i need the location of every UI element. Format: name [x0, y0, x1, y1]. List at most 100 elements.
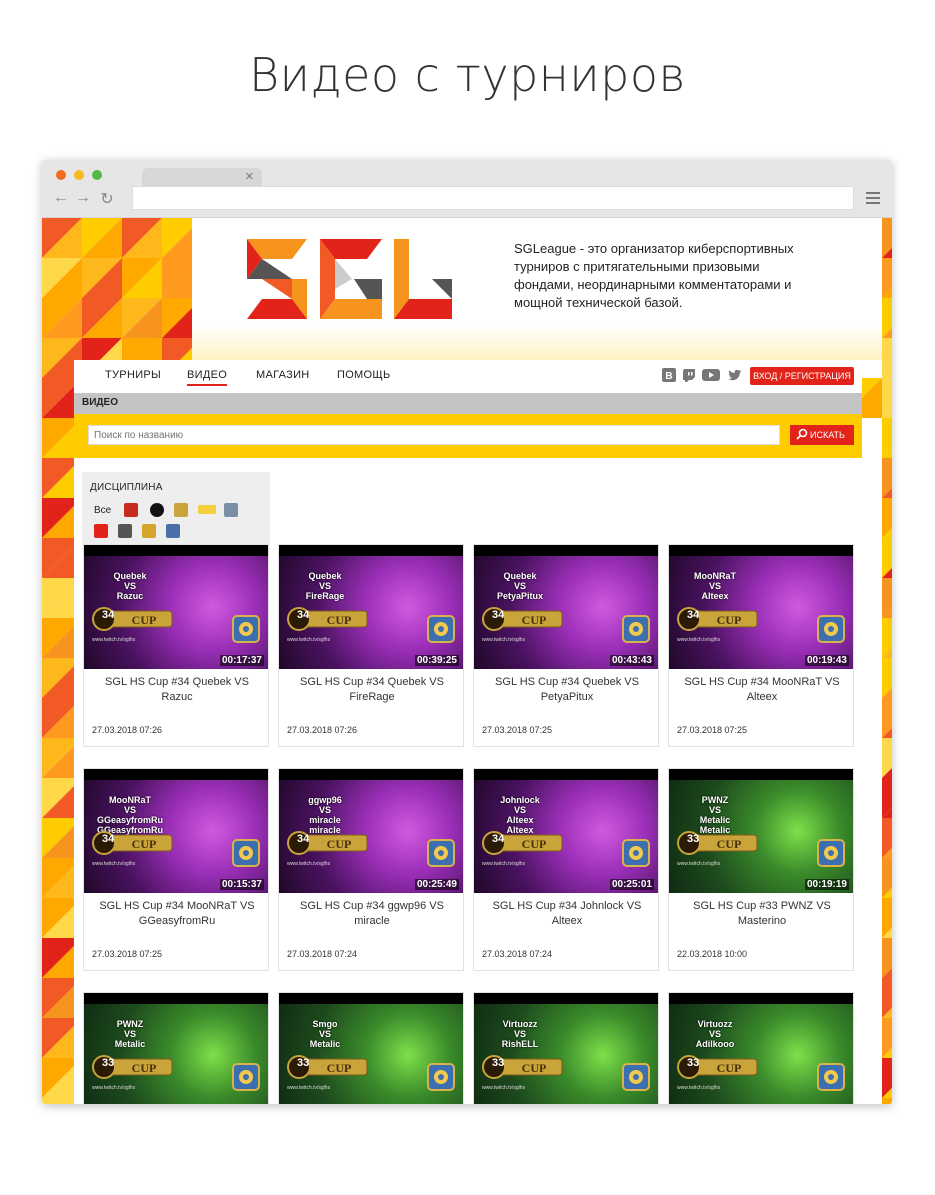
thumbnail-players: Virtuozz VS RishELL [474, 1019, 566, 1049]
menu-icon[interactable] [866, 192, 880, 207]
video-title[interactable]: SGL HS Cup #34 MooNRaT VS GGeasyfromRu [92, 899, 262, 929]
player-vs: VS [708, 1029, 721, 1039]
tab-close-icon[interactable]: ✕ [245, 170, 254, 183]
video-card[interactable]: MooNRaT VS Alteex CUP 34 www.twitch.tv/s… [668, 544, 854, 747]
browser-chrome: ✕ ← → ↻ [42, 160, 892, 218]
thumbnail-url: www.twitch.tv/sglhs [287, 1085, 331, 1091]
player-two: GGeasyfromRu [96, 815, 164, 825]
video-thumbnail[interactable]: MooNRaT VS Alteex CUP 34 www.twitch.tv/s… [669, 545, 853, 669]
wot-icon[interactable] [118, 524, 132, 538]
player-one: MooNRaT [109, 795, 151, 805]
crown-icon[interactable] [142, 524, 156, 538]
video-thumbnail[interactable]: Quebek VS Razuc CUP 34 www.twitch.tv/sgl… [84, 545, 268, 669]
browser-tab[interactable]: ✕ [142, 168, 262, 188]
nav-tournaments[interactable]: ТУРНИРЫ [105, 369, 161, 381]
vk-icon[interactable]: В [662, 368, 676, 382]
video-card[interactable]: Virtuozz VS RishELL CUP 33 www.twitch.tv… [473, 992, 659, 1104]
login-register-button[interactable]: ВХОД / РЕГИСТРАЦИЯ [750, 367, 854, 385]
player-two: Metalic [114, 1039, 146, 1049]
maximize-dot-icon[interactable] [92, 170, 102, 180]
filter-all[interactable]: Все [94, 505, 111, 516]
video-thumbnail[interactable]: Quebek VS PetyaPitux CUP 34 www.twitch.t… [474, 545, 658, 669]
twitter-icon[interactable] [728, 368, 742, 382]
video-thumbnail[interactable]: Smgo VS Metalic CUP 33 www.twitch.tv/sgl… [279, 993, 463, 1104]
reload-icon[interactable]: ↻ [98, 189, 116, 209]
starcraft-icon[interactable] [224, 503, 238, 517]
close-dot-icon[interactable] [56, 170, 66, 180]
video-card[interactable]: PWNZ VS Metalic Metalic CUP 33 www.twitc… [668, 768, 854, 971]
video-title[interactable]: SGL HS Cup #34 Quebek VS FireRage [287, 675, 457, 705]
svg-text:CUP: CUP [522, 613, 547, 627]
video-duration: 00:19:19 [804, 879, 849, 890]
twitch-icon[interactable] [682, 368, 696, 382]
forward-arrow-icon[interactable]: → [74, 189, 92, 207]
video-title[interactable]: SGL HS Cup #34 Quebek VS Razuc [92, 675, 262, 705]
player-two: RishELL [501, 1039, 539, 1049]
hearthstone-logo-icon [622, 839, 650, 867]
player-vs: VS [708, 581, 721, 591]
fifa-icon[interactable] [198, 505, 216, 514]
hearthstone-logo-icon [427, 839, 455, 867]
section-bar: ВИДЕО [74, 393, 862, 414]
video-thumbnail[interactable]: Virtuozz VS Adilkooo CUP 33 www.twitch.t… [669, 993, 853, 1104]
cup-number: 33 [687, 1057, 700, 1069]
player-two: Alteex [701, 591, 729, 601]
video-thumbnail[interactable]: PWNZ VS Metalic Metalic CUP 33 www.twitc… [669, 769, 853, 893]
hearthstone-logo-icon [232, 615, 260, 643]
dota2-icon[interactable] [124, 503, 138, 517]
player-two: Alteex [506, 815, 534, 825]
search-button[interactable]: ИСКАТЬ [790, 425, 854, 445]
thumbnail-players: Smgo VS Metalic [279, 1019, 371, 1049]
video-title[interactable]: SGL HS Cup #33 PWNZ VS Masterino [677, 899, 847, 929]
player-vs: VS [318, 805, 331, 815]
video-duration: 00:25:01 [609, 879, 654, 890]
back-arrow-icon[interactable]: ← [52, 189, 70, 207]
video-card[interactable]: ggwp96 VS miracle miracle CUP 34 www.twi… [278, 768, 464, 971]
address-bar[interactable] [132, 186, 854, 210]
player-vs: VS [513, 581, 526, 591]
video-card[interactable]: Quebek VS Razuc CUP 34 www.twitch.tv/sgl… [83, 544, 269, 747]
video-card[interactable]: Virtuozz VS Adilkooo CUP 33 www.twitch.t… [668, 992, 854, 1104]
video-thumbnail[interactable]: PWNZ VS Metalic CUP 33 www.twitch.tv/sgl… [84, 993, 268, 1104]
search-input[interactable] [88, 425, 780, 445]
video-card[interactable]: MooNRaT VS GGeasyfromRu GGeasyfromRu CUP… [83, 768, 269, 971]
hearthstone-logo-icon [232, 1063, 260, 1091]
nav-help[interactable]: ПОМОЩЬ [337, 369, 391, 381]
video-thumbnail[interactable]: Quebek VS FireRage CUP 34 www.twitch.tv/… [279, 545, 463, 669]
video-thumbnail[interactable]: Johnlock VS Alteex Alteex CUP 34 www.twi… [474, 769, 658, 893]
dota-red-icon[interactable] [94, 524, 108, 538]
video-thumbnail[interactable]: MooNRaT VS GGeasyfromRu GGeasyfromRu CUP… [84, 769, 268, 893]
nav-shop[interactable]: МАГАЗИН [256, 369, 310, 381]
section-title: ВИДЕО [82, 397, 118, 408]
player-vs: VS [513, 805, 526, 815]
player-one: Johnlock [500, 795, 540, 805]
cup-number: 34 [297, 609, 310, 621]
cs-icon[interactable] [150, 503, 164, 517]
search-button-label: ИСКАТЬ [810, 430, 845, 440]
video-card[interactable]: Quebek VS PetyaPitux CUP 34 www.twitch.t… [473, 544, 659, 747]
hearthstone-logo-icon [622, 615, 650, 643]
video-thumbnail[interactable]: ggwp96 VS miracle miracle CUP 34 www.twi… [279, 769, 463, 893]
nav-video[interactable]: ВИДЕО [187, 369, 228, 386]
player-one: MooNRaT [694, 571, 736, 581]
minimize-dot-icon[interactable] [74, 170, 84, 180]
video-title[interactable]: SGL HS Cup #34 Quebek VS PetyaPitux [482, 675, 652, 705]
player-vs: VS [318, 1029, 331, 1039]
sgl-logo-icon[interactable] [242, 234, 462, 334]
video-title[interactable]: SGL HS Cup #34 ggwp96 VS miracle [287, 899, 457, 929]
svg-text:CUP: CUP [327, 1061, 352, 1075]
svg-text:В: В [665, 371, 672, 382]
video-card[interactable]: PWNZ VS Metalic CUP 33 www.twitch.tv/sgl… [83, 992, 269, 1104]
youtube-icon[interactable] [702, 368, 720, 382]
video-title[interactable]: SGL HS Cup #34 Johnlock VS Alteex [482, 899, 652, 929]
thumbnail-url: www.twitch.tv/sglhs [482, 637, 526, 643]
video-card[interactable]: Johnlock VS Alteex Alteex CUP 34 www.twi… [473, 768, 659, 971]
clash-icon[interactable] [166, 524, 180, 538]
page-heading: Видео с турниров [249, 48, 686, 102]
cup-number: 34 [102, 609, 115, 621]
video-title[interactable]: SGL HS Cup #34 MooNRaT VS Alteex [677, 675, 847, 705]
hearthstone-icon[interactable] [174, 503, 188, 517]
video-card[interactable]: Smgo VS Metalic CUP 33 www.twitch.tv/sgl… [278, 992, 464, 1104]
video-thumbnail[interactable]: Virtuozz VS RishELL CUP 33 www.twitch.tv… [474, 993, 658, 1104]
video-card[interactable]: Quebek VS FireRage CUP 34 www.twitch.tv/… [278, 544, 464, 747]
